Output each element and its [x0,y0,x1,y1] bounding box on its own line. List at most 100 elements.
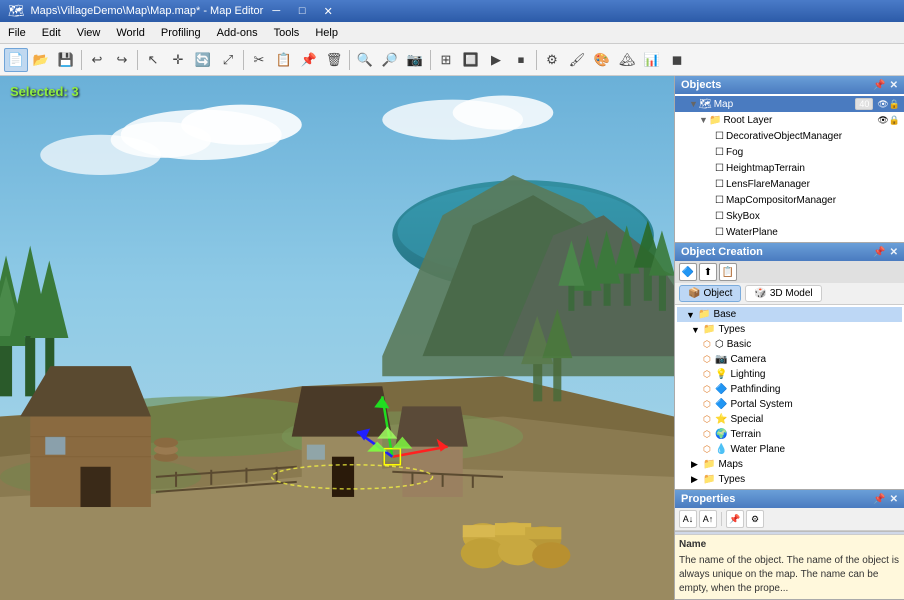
object-icon: ☐ [715,131,724,142]
creation-item-base[interactable]: ▼ 📁 Base [677,307,902,322]
tree-item-decorative[interactable]: ☐ DecorativeObjectManager [675,128,904,144]
tool-play[interactable]: ▶ [484,48,508,72]
tree-icons-right: 👁🔒 [877,99,900,110]
menu-tools[interactable]: Tools [266,22,308,43]
objects-close-icon[interactable]: ✕ [890,80,898,91]
tree-item-mapcomp[interactable]: ☐ MapCompositorManager [675,192,904,208]
tree-label: HeightmapTerrain [726,163,900,174]
creation-item-special[interactable]: ⬡ ⭐ Special [677,412,902,427]
tool-zoom-out[interactable]: 🔎 [378,48,402,72]
creation-item-pathfinding[interactable]: ⬡ 🔷 Pathfinding [677,382,902,397]
tool-stop[interactable]: ⏹ [509,48,533,72]
creation-tool-3[interactable]: 📋 [719,263,737,281]
menu-view[interactable]: View [69,22,109,43]
tool-copy[interactable]: 📋 [272,48,296,72]
prop-sort-za-button[interactable]: A↑ [699,510,717,528]
tree-item-fog[interactable]: ☐ Fog [675,144,904,160]
prop-toolbar-sep [721,512,722,526]
creation-label-basic: Basic [727,339,751,350]
tree-item-waterplane[interactable]: ☐ WaterPlane [675,224,904,240]
tree-item-root-layer[interactable]: ▼ 📁 Root Layer 👁🔒 [675,112,904,128]
creation-close-icon[interactable]: ✕ [890,247,898,258]
creation-label-maps: Maps [718,459,742,470]
tree-item-heightmap[interactable]: ☐ HeightmapTerrain [675,160,904,176]
tool-snap[interactable]: 🔲 [459,48,483,72]
creation-item-types[interactable]: ▼ 📁 Types [677,322,902,337]
properties-panel-icons: 📌 ✕ [873,494,898,505]
tab-3dmodel[interactable]: 🎲 3D Model [745,285,821,302]
tool-open[interactable]: 📂 [29,48,53,72]
creation-label-lighting: Lighting [730,369,765,380]
tool-undo[interactable]: ↩ [85,48,109,72]
creation-label-base: Base [713,309,736,320]
maximize-button[interactable]: □ [289,0,315,22]
objects-panel-icons: 📌 ✕ [873,80,898,91]
creation-pin-icon[interactable]: 📌 [873,247,885,258]
tool-terrain[interactable]: 🏔 [615,48,639,72]
creation-item-waterplane[interactable]: ⬡ 💧 Water Plane [677,442,902,457]
menu-file[interactable]: File [0,22,34,43]
folder-icon: 📁 [709,115,721,126]
creation-item-camera[interactable]: ⬡ 📷 Camera [677,352,902,367]
tool-new[interactable]: 📄 [4,48,28,72]
creation-item-portalsystem[interactable]: ⬡ 🔷 Portal System [677,397,902,412]
tool-brush[interactable]: 🖌 [565,48,589,72]
menu-world[interactable]: World [108,22,153,43]
tree-item-skybox[interactable]: ☐ SkyBox [675,208,904,224]
creation-item-maps[interactable]: ▶ 📁 Maps [677,457,902,472]
tool-redo[interactable]: ↪ [110,48,134,72]
tree-label: Root Layer [723,115,873,126]
prop-settings-button[interactable]: ⚙ [746,510,764,528]
creation-label-terrain: Terrain [730,429,761,440]
creation-item-lighting[interactable]: ⬡ 💡 Lighting [677,367,902,382]
object-tab-label: Object [703,288,732,299]
close-button[interactable]: ✕ [315,0,341,22]
tool-grid[interactable]: ⊞ [434,48,458,72]
menu-edit[interactable]: Edit [34,22,69,43]
tool-paste[interactable]: 📌 [297,48,321,72]
objects-pin-icon[interactable]: 📌 [873,80,885,91]
tool-save[interactable]: 💾 [54,48,78,72]
tree-item-lensflare[interactable]: ☐ LensFlareManager [675,176,904,192]
tool-delete[interactable]: 🗑 [322,48,346,72]
tree-item-map[interactable]: ▼ 🗺 Map 40 👁🔒 [675,96,904,112]
right-panel: Objects 📌 ✕ ▼ 🗺 Map 40 👁🔒 [674,76,904,600]
scene-canvas [0,76,674,600]
creation-panel-title: Object Creation [681,246,763,258]
minimize-button[interactable]: ─ [263,0,289,22]
tool-camera[interactable]: 📷 [403,48,427,72]
creation-label-types2: Types [718,474,745,485]
tree-label: SkyBox [726,211,900,222]
creation-item-types2[interactable]: ▶ 📁 Types [677,472,902,487]
menu-addons[interactable]: Add-ons [209,22,266,43]
tool-scale[interactable]: ⤢ [216,48,240,72]
creation-item-basic[interactable]: ⬡ ⬡ Basic [677,337,902,352]
properties-pin-icon[interactable]: 📌 [873,494,885,505]
creation-item-terrain[interactable]: ⬡ 🌍 Terrain [677,427,902,442]
tool-zoom-in[interactable]: 🔍 [353,48,377,72]
creation-tool-2[interactable]: ⬆ [699,263,717,281]
tree-arrow: ▼ [699,115,709,125]
tool-settings[interactable]: ⚙ [540,48,564,72]
properties-close-icon[interactable]: ✕ [890,494,898,505]
viewport[interactable]: Selected: 3 [0,76,674,600]
creation-tool-1[interactable]: 🔷 [679,263,697,281]
tool-cut[interactable]: ✂ [247,48,271,72]
tool-paint[interactable]: 🎨 [590,48,614,72]
creation-label-types: Types [718,324,745,335]
object-icon: ☐ [715,179,724,190]
tool-extra1[interactable]: 📊 [640,48,664,72]
objects-panel: Objects 📌 ✕ ▼ 🗺 Map 40 👁🔒 [675,76,904,243]
tool-select[interactable]: ↖ [141,48,165,72]
toolbar-sep-5 [430,50,431,70]
prop-sort-az-button[interactable]: A↓ [679,510,697,528]
tool-rotate[interactable]: 🔄 [191,48,215,72]
menu-help[interactable]: Help [307,22,346,43]
objects-content: ▼ 🗺 Map 40 👁🔒 ▼ 📁 Root Layer 👁🔒 [675,94,904,242]
tool-extra2[interactable]: ◼ [665,48,689,72]
properties-panel-title: Properties [681,493,735,505]
prop-pin-button[interactable]: 📌 [726,510,744,528]
menu-profiling[interactable]: Profiling [153,22,209,43]
tool-move[interactable]: ✛ [166,48,190,72]
tab-object[interactable]: 📦 Object [679,285,741,302]
